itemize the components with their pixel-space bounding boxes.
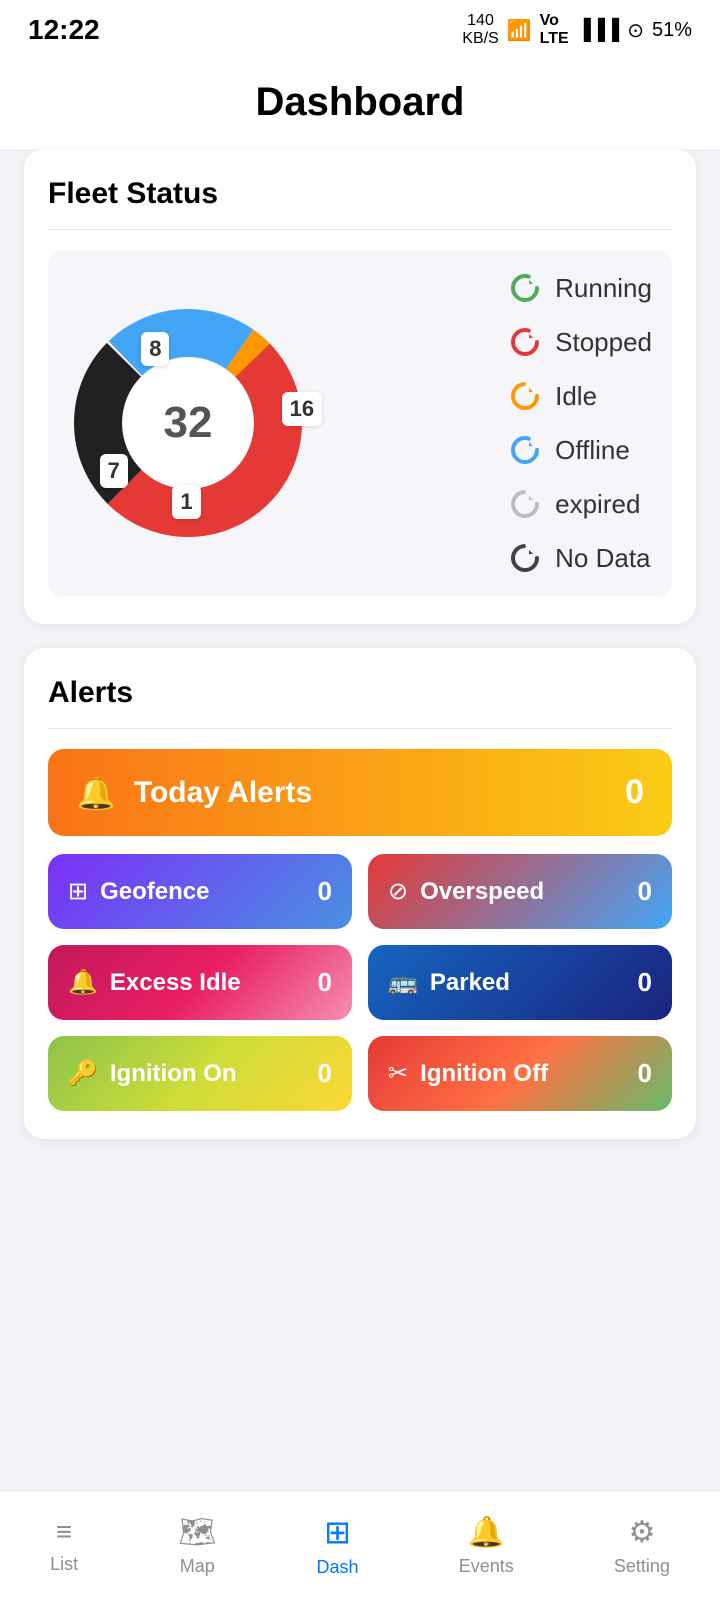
ignition-off-button[interactable]: ✂ Ignition Off 0: [368, 1036, 672, 1111]
idle-label: Idle: [555, 381, 597, 412]
nav-list-label: List: [50, 1554, 78, 1575]
setting-icon: ⚙: [628, 1515, 655, 1550]
status-icons: 140KB/S 📶 VoLTE ▐▐▐ ⊙ 51%: [462, 12, 692, 48]
donut-total: 32: [164, 398, 213, 448]
legend-stopped: Stopped: [507, 324, 652, 360]
parked-left: 🚌 Parked: [388, 968, 510, 997]
status-time: 12:22: [28, 14, 100, 46]
seg-label-16: 16: [282, 392, 322, 426]
events-icon: 🔔: [468, 1515, 505, 1550]
fleet-legend: Running Stopped: [507, 270, 662, 576]
alerts-title: Alerts: [48, 676, 672, 710]
fleet-divider: [48, 229, 672, 230]
legend-idle: Idle: [507, 378, 652, 414]
ignition-off-label: Ignition Off: [420, 1060, 548, 1088]
nodata-label: No Data: [555, 543, 650, 574]
today-alerts-icon: 🔔: [76, 774, 116, 812]
expired-label: expired: [555, 489, 640, 520]
status-bar: 12:22 140KB/S 📶 VoLTE ▐▐▐ ⊙ 51%: [0, 0, 720, 60]
donut-chart: 32 8 16 7 1: [58, 293, 318, 553]
today-alerts-label: Today Alerts: [134, 776, 312, 810]
legend-running: Running: [507, 270, 652, 306]
offline-icon: [507, 432, 543, 468]
parked-count: 0: [638, 967, 652, 998]
nav-dash-label: Dash: [317, 1557, 359, 1578]
today-alerts-left: 🔔 Today Alerts: [76, 774, 312, 812]
overspeed-button[interactable]: ⊘ Overspeed 0: [368, 854, 672, 929]
overspeed-left: ⊘ Overspeed: [388, 877, 544, 906]
overspeed-icon: ⊘: [388, 877, 408, 906]
map-icon: 🗺: [178, 1515, 216, 1550]
nav-setting-label: Setting: [614, 1556, 670, 1577]
overspeed-count: 0: [638, 876, 652, 907]
parked-icon: 🚌: [388, 968, 418, 997]
stopped-label: Stopped: [555, 327, 652, 358]
legend-expired: expired: [507, 486, 652, 522]
geofence-icon: ⊞: [68, 877, 88, 906]
stopped-icon: [507, 324, 543, 360]
seg-label-7: 7: [100, 454, 128, 488]
geofence-label: Geofence: [100, 878, 209, 906]
nav-list[interactable]: ≡ List: [34, 1508, 94, 1583]
nav-events[interactable]: 🔔 Events: [443, 1507, 530, 1585]
geofence-left: ⊞ Geofence: [68, 877, 209, 906]
seg-label-1: 1: [172, 485, 200, 519]
idle-icon: [507, 378, 543, 414]
nav-map-label: Map: [180, 1556, 215, 1577]
offline-label: Offline: [555, 435, 630, 466]
today-alerts-count: 0: [625, 773, 644, 812]
nav-events-label: Events: [459, 1556, 514, 1577]
running-icon: [507, 270, 543, 306]
ignition-off-left: ✂ Ignition Off: [388, 1059, 548, 1088]
overspeed-label: Overspeed: [420, 878, 544, 906]
wifi-icon: 📶: [507, 18, 532, 43]
signal-icon: ▐▐▐: [577, 19, 620, 42]
ignition-on-count: 0: [318, 1058, 332, 1089]
expired-icon: [507, 486, 543, 522]
excess-idle-left: 🔔 Excess Idle: [68, 968, 241, 997]
alert-grid: ⊞ Geofence 0 ⊘ Overspeed 0 🔔 Excess Idle…: [48, 854, 672, 1111]
excess-idle-button[interactable]: 🔔 Excess Idle 0: [48, 945, 352, 1020]
geofence-count: 0: [318, 876, 332, 907]
dash-icon: ⊞: [324, 1513, 351, 1551]
seg-label-8: 8: [141, 332, 169, 366]
list-icon: ≡: [56, 1516, 72, 1548]
legend-nodata: No Data: [507, 540, 652, 576]
battery-icon: ⊙: [627, 18, 644, 43]
excess-idle-label: Excess Idle: [110, 969, 241, 997]
geofence-button[interactable]: ⊞ Geofence 0: [48, 854, 352, 929]
header: Dashboard: [0, 60, 720, 149]
nav-map[interactable]: 🗺 Map: [162, 1507, 232, 1585]
running-label: Running: [555, 273, 652, 304]
ignition-on-button[interactable]: 🔑 Ignition On 0: [48, 1036, 352, 1111]
fleet-body: 32 8 16 7 1 Running: [48, 250, 672, 596]
lte-icon: VoLTE: [540, 12, 569, 48]
ignition-off-count: 0: [638, 1058, 652, 1089]
ignition-on-icon: 🔑: [68, 1059, 98, 1088]
parked-label: Parked: [430, 969, 510, 997]
excess-idle-count: 0: [318, 967, 332, 998]
nav-setting[interactable]: ⚙ Setting: [598, 1507, 686, 1585]
alerts-card: Alerts 🔔 Today Alerts 0 ⊞ Geofence 0 ⊘: [24, 648, 696, 1139]
page-title: Dashboard: [256, 80, 465, 124]
legend-offline: Offline: [507, 432, 652, 468]
today-alerts-button[interactable]: 🔔 Today Alerts 0: [48, 749, 672, 836]
ignition-on-label: Ignition On: [110, 1060, 237, 1088]
parked-button[interactable]: 🚌 Parked 0: [368, 945, 672, 1020]
alerts-divider: [48, 728, 672, 729]
ignition-on-left: 🔑 Ignition On: [68, 1059, 237, 1088]
nav-dash[interactable]: ⊞ Dash: [301, 1505, 375, 1586]
nodata-icon: [507, 540, 543, 576]
data-speed: 140KB/S: [462, 12, 498, 47]
fleet-status-card: Fleet Status 32 8: [24, 149, 696, 624]
bottom-nav: ≡ List 🗺 Map ⊞ Dash 🔔 Events ⚙ Setting: [0, 1490, 720, 1600]
fleet-status-title: Fleet Status: [48, 177, 672, 211]
main-content: Fleet Status 32 8: [0, 149, 720, 1283]
ignition-off-icon: ✂: [388, 1059, 408, 1088]
battery-percent: 51%: [652, 19, 692, 42]
excess-idle-icon: 🔔: [68, 968, 98, 997]
